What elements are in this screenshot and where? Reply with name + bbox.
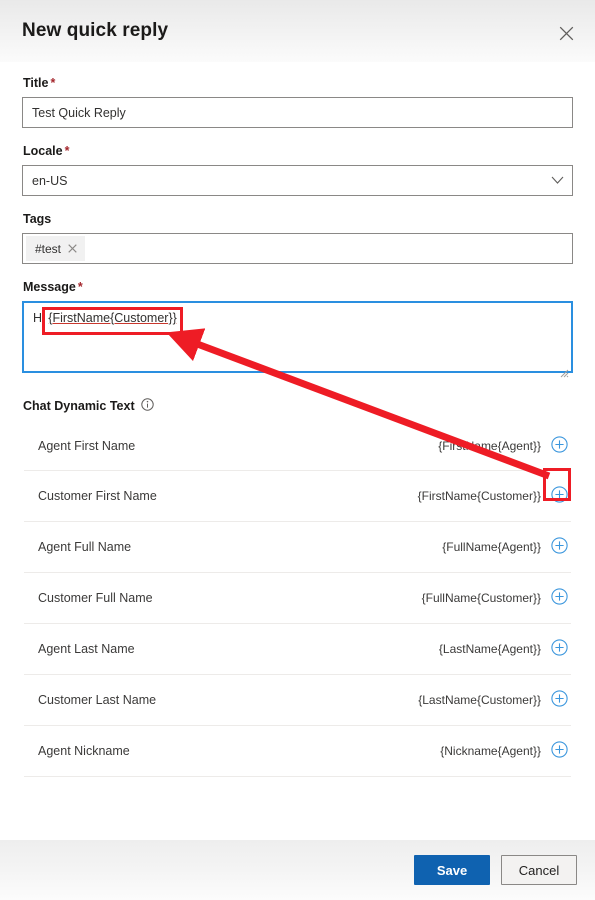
locale-field-group: Locale * <box>22 144 573 196</box>
dynamic-text-label: Agent Full Name <box>38 540 132 554</box>
add-circle-icon <box>551 486 568 506</box>
form-body: Title* Locale* Tags #test <box>0 62 595 840</box>
title-label: Title * <box>23 76 573 90</box>
table-row: Customer Last Name {LastName{Customer}} <box>24 675 571 726</box>
dynamic-text-value-group: {LastName{Agent}} <box>438 639 569 659</box>
dynamic-text-value-group: {Nickname{Agent}} <box>440 741 569 761</box>
dynamic-text-label: Customer Full Name <box>38 591 153 605</box>
message-textarea-wrap: Hi {FirstName{Customer}} <box>22 301 573 378</box>
add-circle-icon <box>551 537 568 557</box>
dynamic-text-token: {FullName{Agent}} <box>442 540 541 554</box>
dynamic-text-value-group: {FirstName{Customer}} <box>417 486 569 506</box>
dynamic-text-token: {LastName{Customer}} <box>418 693 541 707</box>
dynamic-text-value-group: {FullName{Customer}} <box>421 588 569 608</box>
close-icon[interactable] <box>68 244 77 253</box>
table-row: Agent Full Name {FullName{Agent}} <box>24 522 571 573</box>
chat-dynamic-text-label: Chat Dynamic Text <box>23 399 135 413</box>
table-row: Customer Full Name {FullName{Customer}} <box>24 573 571 624</box>
dynamic-text-value-group: {FirstName{Agent}} <box>438 435 569 456</box>
add-circle-icon <box>551 435 568 456</box>
dynamic-text-label: Agent First Name <box>38 438 136 453</box>
locale-label-text: Locale <box>23 144 63 158</box>
dynamic-text-label: Agent Nickname <box>38 744 130 758</box>
chat-dynamic-text-header: Chat Dynamic Text <box>23 398 573 414</box>
tags-field-group: Tags #test <box>22 212 573 264</box>
add-circle-icon <box>551 588 568 608</box>
dynamic-text-token: {Nickname{Agent}} <box>440 744 541 758</box>
message-field-group: Message * Hi {FirstName{Customer}} <box>22 280 573 378</box>
table-row: Agent Nickname {Nickname{Agent}} <box>24 726 571 777</box>
dynamic-text-label: Customer First Name <box>38 489 157 503</box>
dynamic-text-label: Customer Last Name <box>38 693 157 707</box>
locale-select-wrap <box>22 165 573 196</box>
table-row: Agent First Name {FirstName{Agent}} <box>24 420 571 471</box>
save-button[interactable]: Save <box>414 855 490 885</box>
dynamic-text-token: {FirstName{Customer}} <box>417 489 541 503</box>
tags-input[interactable]: #test <box>22 233 573 264</box>
locale-select[interactable] <box>22 165 573 196</box>
add-circle-icon <box>551 690 568 710</box>
add-token-button[interactable] <box>550 741 569 761</box>
add-token-button[interactable] <box>550 486 569 506</box>
required-asterisk: * <box>64 144 70 158</box>
dynamic-text-token: {LastName{Agent}} <box>438 642 541 656</box>
panel-header: New quick reply <box>0 0 595 62</box>
add-token-button[interactable] <box>550 639 569 659</box>
close-icon <box>559 26 574 41</box>
dynamic-text-value-group: {LastName{Customer}} <box>418 690 569 710</box>
title-field-group: Title * <box>22 62 573 128</box>
dynamic-text-token: {FullName{Customer}} <box>421 591 541 605</box>
table-row: Agent Last Name {LastName{Agent}} <box>24 624 571 675</box>
locale-label: Locale * <box>23 144 573 158</box>
panel-footer: Save Cancel <box>0 840 595 900</box>
add-token-button[interactable] <box>550 588 569 608</box>
add-circle-icon <box>551 741 568 761</box>
dynamic-text-list: Agent First Name {FirstName{Agent}} Custom… <box>24 420 571 777</box>
tag-chip-label: #test <box>35 241 62 256</box>
tag-chip: #test <box>26 236 86 261</box>
info-icon[interactable] <box>140 398 154 414</box>
add-token-button[interactable] <box>550 690 569 710</box>
page-title: New quick reply <box>22 20 169 41</box>
add-token-button[interactable] <box>550 537 569 557</box>
table-row: Customer First Name {FirstName{Customer}} <box>24 471 571 522</box>
required-asterisk: * <box>77 280 83 294</box>
dynamic-text-token: {FirstName{Agent}} <box>438 438 541 453</box>
add-circle-icon <box>551 639 568 659</box>
title-label-text: Title <box>23 76 49 90</box>
dynamic-text-label: Agent Last Name <box>38 642 135 656</box>
dynamic-text-value-group: {FullName{Agent}} <box>442 537 569 557</box>
message-label: Message * <box>23 280 573 294</box>
required-asterisk: * <box>50 76 56 90</box>
cancel-button[interactable]: Cancel <box>501 855 577 885</box>
title-input[interactable] <box>22 97 573 128</box>
tags-label: Tags <box>23 212 52 226</box>
message-label-text: Message <box>23 280 76 294</box>
close-button[interactable] <box>551 18 581 48</box>
message-textarea[interactable] <box>22 301 573 373</box>
add-token-button[interactable] <box>550 435 569 456</box>
